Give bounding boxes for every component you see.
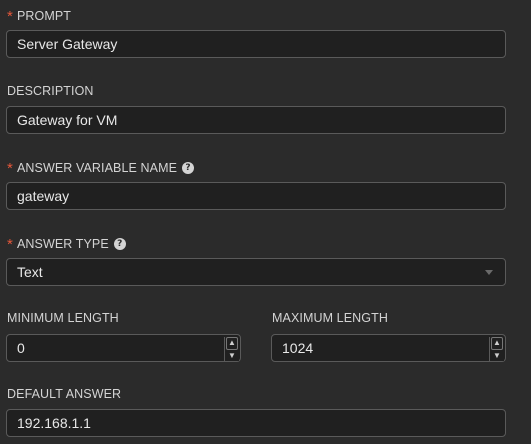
answer-type-select[interactable]: Text [6, 258, 506, 286]
description-input[interactable]: Gateway for VM [6, 106, 506, 134]
answer-variable-name-label: * ANSWER VARIABLE NAME ? [7, 159, 195, 177]
question-circle-icon[interactable]: ? [113, 237, 126, 250]
maximum-length-input-value: 1024 [282, 340, 314, 356]
maximum-length-label-text: MAXIMUM LENGTH [272, 311, 388, 325]
decrement-arrow-icon[interactable]: ▼ [226, 351, 238, 362]
minimum-length-label-text: MINIMUM LENGTH [7, 311, 119, 325]
increment-arrow-icon[interactable]: ▲ [491, 337, 503, 350]
description-label-text: DESCRIPTION [7, 84, 94, 98]
default-answer-input-value: 192.168.1.1 [17, 415, 91, 431]
prompt-input-value: Server Gateway [17, 36, 118, 52]
survey-question-form: * PROMPT Server Gateway DESCRIPTION Gate… [0, 0, 531, 444]
required-asterisk: * [7, 8, 13, 25]
answer-variable-name-input-value: gateway [17, 188, 70, 204]
default-answer-input[interactable]: 192.168.1.1 [6, 409, 506, 437]
caret-down-icon [485, 269, 493, 275]
increment-arrow-icon[interactable]: ▲ [226, 337, 238, 350]
prompt-label-text: PROMPT [16, 8, 72, 23]
minimum-length-input-value: 0 [17, 340, 25, 356]
description-label: DESCRIPTION [7, 84, 94, 98]
prompt-input[interactable]: Server Gateway [6, 30, 506, 58]
answer-type-selected-value: Text [17, 264, 43, 280]
maximum-length-input[interactable]: 1024 ▲ ▼ [271, 334, 506, 362]
default-answer-label-text: DEFAULT ANSWER [7, 387, 122, 401]
prompt-label: * PROMPT [7, 7, 72, 25]
required-asterisk: * [7, 160, 13, 177]
question-circle-icon[interactable]: ? [182, 161, 195, 174]
maximum-length-stepper[interactable]: ▲ ▼ [489, 337, 504, 361]
answer-variable-name-label-text: ANSWER VARIABLE NAME [16, 160, 178, 175]
minimum-length-input[interactable]: 0 ▲ ▼ [6, 334, 241, 362]
minimum-length-label: MINIMUM LENGTH [7, 311, 119, 325]
minimum-length-stepper[interactable]: ▲ ▼ [224, 337, 239, 361]
description-input-value: Gateway for VM [17, 112, 118, 128]
default-answer-label: DEFAULT ANSWER [7, 387, 121, 401]
answer-variable-name-input[interactable]: gateway [6, 182, 506, 210]
answer-type-label: * ANSWER TYPE ? [7, 235, 126, 253]
maximum-length-label: MAXIMUM LENGTH [272, 311, 388, 325]
required-asterisk: * [7, 236, 13, 253]
answer-type-label-text: ANSWER TYPE [16, 236, 109, 251]
decrement-arrow-icon[interactable]: ▼ [491, 351, 503, 362]
